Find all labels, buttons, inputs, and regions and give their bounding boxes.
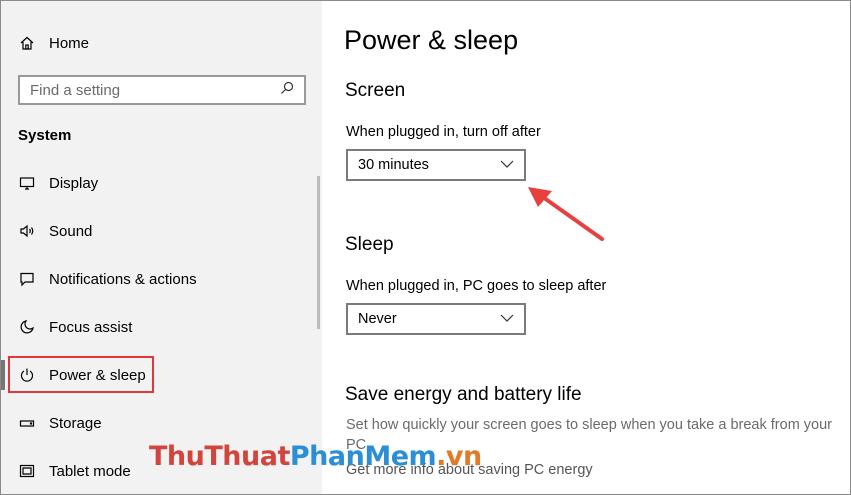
watermark-part: Thuat — [204, 441, 290, 472]
sidebar-item-power-sleep[interactable]: Power & sleep — [1, 351, 322, 399]
moon-icon — [18, 318, 36, 336]
sidebar: Home Find a setting System Display Sound — [1, 1, 322, 494]
chevron-down-icon — [500, 310, 514, 328]
settings-window: Home Find a setting System Display Sound — [0, 0, 851, 495]
sleep-heading: Sleep — [345, 234, 394, 255]
sidebar-item-sound[interactable]: Sound — [1, 207, 322, 255]
search-input[interactable]: Find a setting — [18, 75, 306, 105]
main-content: Power & sleep Screen When plugged in, tu… — [322, 1, 850, 494]
watermark-part: Thu — [149, 441, 205, 472]
sidebar-item-notifications[interactable]: Notifications & actions — [1, 255, 322, 303]
selection-indicator — [1, 360, 5, 390]
watermark: ThuThuatPhanMem.vn — [149, 441, 482, 472]
screen-label: When plugged in, turn off after — [346, 124, 541, 140]
sidebar-item-display[interactable]: Display — [1, 159, 322, 207]
home-label: Home — [49, 34, 90, 52]
monitor-icon — [18, 174, 36, 192]
sleep-label: When plugged in, PC goes to sleep after — [346, 278, 607, 294]
sidebar-item-label: Sound — [49, 222, 93, 240]
chevron-down-icon — [500, 156, 514, 174]
sidebar-item-label: Storage — [49, 414, 102, 432]
search-icon[interactable] — [280, 81, 294, 100]
tablet-icon — [18, 462, 36, 480]
section-title: System — [18, 127, 72, 144]
sidebar-scrollbar[interactable] — [317, 176, 320, 329]
storage-icon — [18, 414, 36, 432]
screen-heading: Screen — [345, 80, 406, 101]
sleep-timeout-value: Never — [358, 311, 397, 327]
sidebar-item-label: Tablet mode — [49, 462, 131, 480]
message-icon — [18, 270, 36, 288]
search-placeholder: Find a setting — [30, 81, 121, 99]
home-icon — [18, 34, 36, 52]
sidebar-item-label: Focus assist — [49, 318, 133, 336]
speaker-icon — [18, 222, 36, 240]
sidebar-item-label: Display — [49, 174, 99, 192]
sidebar-home[interactable]: Home — [18, 31, 89, 55]
watermark-part: PhanMem — [289, 441, 437, 472]
red-arrow-icon — [528, 187, 604, 241]
sidebar-item-focus-assist[interactable]: Focus assist — [1, 303, 322, 351]
sleep-timeout-select[interactable]: Never — [346, 303, 526, 335]
screen-timeout-select[interactable]: 30 minutes — [346, 149, 526, 181]
watermark-part: .vn — [436, 441, 482, 472]
page-title: Power & sleep — [344, 25, 519, 55]
highlight-box — [8, 356, 154, 393]
sidebar-item-storage[interactable]: Storage — [1, 399, 322, 447]
sidebar-item-label: Notifications & actions — [49, 270, 197, 288]
screen-timeout-value: 30 minutes — [358, 157, 429, 173]
energy-heading: Save energy and battery life — [345, 384, 582, 405]
